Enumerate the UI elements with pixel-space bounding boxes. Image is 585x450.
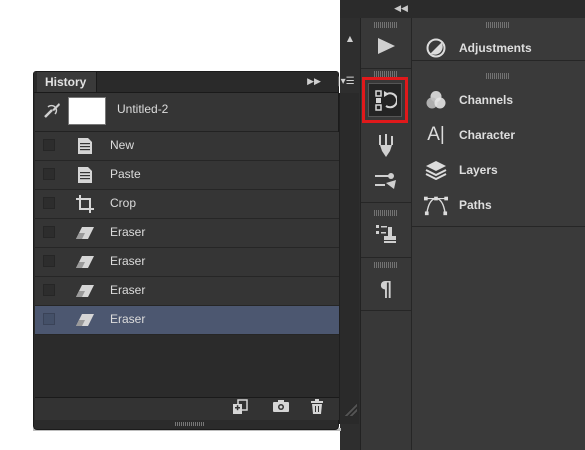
dock-item-label: Channels — [459, 93, 514, 107]
divider — [412, 226, 585, 227]
history-brush-source-icon[interactable] — [42, 101, 62, 121]
divider — [361, 310, 411, 311]
dock-item-paths[interactable]: Paths — [424, 193, 492, 217]
adjustments-icon — [424, 37, 448, 59]
paths-icon — [424, 194, 448, 216]
history-state-label: Paste — [110, 167, 141, 181]
dock-expanded-panels — [412, 18, 585, 450]
brush-presets-icon[interactable] — [366, 131, 406, 161]
collapse-dock-icon[interactable]: ◀◀ — [394, 3, 408, 15]
eraser-icon — [73, 309, 97, 331]
dock-item-adjustments[interactable]: Adjustments — [424, 36, 532, 60]
panel-menu-icon[interactable]: |▾☰ — [335, 75, 357, 89]
history-brush-source-checkbox[interactable] — [43, 226, 55, 238]
dock-item-character[interactable]: A| Character — [424, 123, 515, 147]
dock-item-label: Paths — [459, 198, 492, 212]
history-state-row[interactable]: Eraser — [35, 306, 339, 335]
collapse-panel-icon[interactable]: ▶▶ — [306, 75, 322, 89]
eraser-icon — [73, 251, 97, 273]
divider — [361, 257, 411, 258]
dock-top-bar — [340, 0, 585, 19]
divider — [361, 68, 411, 69]
history-empty-area — [35, 335, 339, 397]
eraser-icon — [73, 280, 97, 302]
history-brush-source-checkbox[interactable] — [43, 284, 55, 296]
panel-group-grip[interactable] — [374, 22, 398, 28]
new-document-from-state-icon[interactable] — [231, 399, 251, 417]
history-brush-source-checkbox[interactable] — [43, 139, 55, 151]
panel-group-grip[interactable] — [374, 262, 398, 268]
history-state-label: Eraser — [110, 225, 146, 239]
history-brush-source-checkbox[interactable] — [43, 255, 55, 267]
channels-icon — [424, 89, 448, 111]
panel-bottom-grip[interactable] — [175, 422, 205, 426]
resize-handle[interactable] — [345, 404, 357, 416]
tab-history-label: History — [45, 75, 87, 89]
layers-icon — [424, 159, 448, 181]
snapshot-label: Untitled-2 — [117, 102, 169, 116]
document-icon — [73, 164, 97, 186]
crop-icon — [73, 193, 97, 215]
history-state-label: Eraser — [110, 312, 146, 326]
dock-item-layers[interactable]: Layers — [424, 158, 498, 182]
panel-group-grip[interactable] — [486, 73, 510, 79]
highlight-box — [362, 77, 408, 123]
clone-source-icon[interactable] — [366, 219, 406, 249]
history-state-label: Eraser — [110, 283, 146, 297]
scroll-up-icon[interactable]: ▲ — [345, 34, 355, 44]
document-icon — [73, 135, 97, 157]
tool-presets-icon[interactable] — [366, 166, 406, 196]
character-icon: A| — [427, 124, 445, 145]
history-brush-source-checkbox[interactable] — [43, 313, 55, 325]
history-state-row[interactable]: Eraser — [35, 219, 339, 248]
history-state-row[interactable]: Crop — [35, 190, 339, 219]
panel-group-grip[interactable] — [374, 210, 398, 216]
dock-item-label: Character — [459, 128, 516, 142]
history-state-row[interactable]: New — [35, 132, 339, 161]
history-state-row[interactable]: Eraser — [35, 277, 339, 306]
history-brush-source-checkbox[interactable] — [43, 197, 55, 209]
history-state-row[interactable]: Eraser — [35, 248, 339, 277]
dock-item-channels[interactable]: Channels — [424, 88, 513, 112]
panel-group-grip[interactable] — [486, 22, 510, 28]
eraser-icon — [73, 222, 97, 244]
history-brush-source-checkbox[interactable] — [43, 168, 55, 180]
paragraph-icon[interactable]: ¶ — [366, 274, 406, 304]
snapshot-thumbnail — [68, 97, 106, 125]
history-state-label: Eraser — [110, 254, 146, 268]
history-scrollbar[interactable] — [339, 93, 359, 424]
camera-icon[interactable] — [271, 399, 291, 417]
play-icon[interactable] — [366, 31, 406, 61]
dock-item-label: Layers — [459, 163, 498, 177]
history-footer — [35, 397, 339, 420]
divider — [412, 60, 585, 61]
trash-icon[interactable] — [307, 399, 327, 417]
history-state-row[interactable]: Paste — [35, 161, 339, 190]
divider — [361, 202, 411, 203]
history-state-label: New — [110, 138, 135, 152]
history-state-label: Crop — [110, 196, 137, 210]
dock-item-label: Adjustments — [459, 41, 532, 55]
